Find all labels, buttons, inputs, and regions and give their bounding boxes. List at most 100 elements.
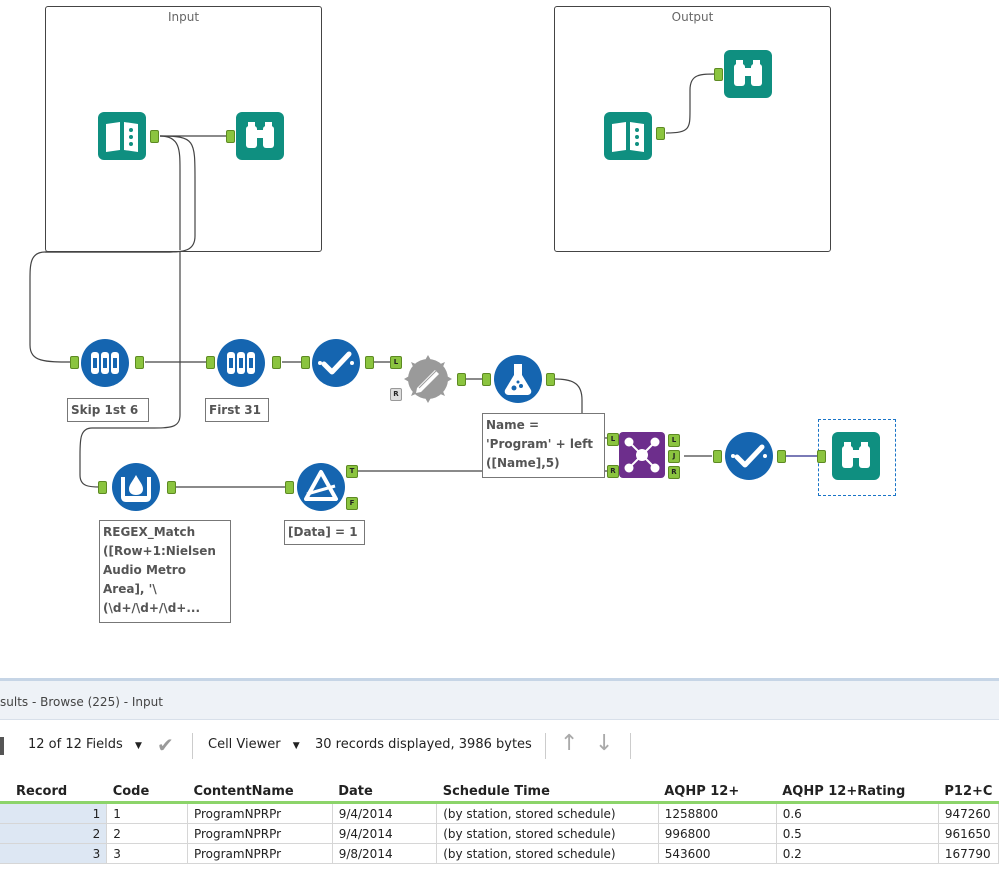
- output-anchor[interactable]: [135, 356, 144, 369]
- browse-tool[interactable]: [724, 50, 772, 98]
- column-header[interactable]: Schedule Time: [436, 782, 659, 804]
- table-cell: 0.2: [776, 843, 939, 864]
- table-cell: 1: [106, 802, 188, 824]
- input-anchor[interactable]: [714, 68, 723, 81]
- false-output-anchor[interactable]: F: [346, 497, 358, 510]
- table-header-row: Record Code ContentName Date Schedule Ti…: [0, 782, 999, 804]
- table-cell: 947260: [938, 802, 999, 824]
- arrow-down-icon[interactable]: ↓: [595, 731, 613, 756]
- dynamic-rename-tool[interactable]: [403, 354, 453, 404]
- column-header[interactable]: AQHP 12+: [658, 782, 777, 804]
- binoculars-icon: [236, 112, 284, 160]
- column-header[interactable]: Date: [332, 782, 437, 804]
- table-cell: 0.6: [776, 802, 939, 824]
- table-row[interactable]: 1 1 ProgramNPRPr 9/4/2014 (by station, s…: [0, 802, 999, 824]
- left-output-anchor[interactable]: L: [668, 434, 680, 447]
- input-anchor[interactable]: [817, 450, 826, 463]
- formula-annotation: Name = 'Program' + left ([Name],5): [482, 413, 605, 478]
- input-anchor[interactable]: [226, 130, 235, 143]
- input-anchor[interactable]: [713, 450, 722, 463]
- table-row[interactable]: 2 2 ProgramNPRPr 9/4/2014 (by station, s…: [0, 823, 999, 844]
- output-container-title: Output: [671, 10, 714, 24]
- sample-tubes-icon: [217, 339, 265, 387]
- output-anchor[interactable]: [167, 481, 176, 494]
- results-title-bar: sults - Browse (225) - Input: [0, 681, 999, 720]
- arrow-up-icon[interactable]: ↑: [560, 731, 578, 756]
- results-panel: sults - Browse (225) - Input 12 of 12 Fi…: [0, 678, 999, 878]
- gear-pencil-icon: [404, 355, 452, 403]
- toolbar-divider: [630, 733, 631, 759]
- toolbar-divider: [192, 733, 193, 759]
- output-anchor[interactable]: [656, 127, 665, 140]
- input-anchor[interactable]: [206, 356, 215, 369]
- input-data-tool[interactable]: [604, 112, 652, 160]
- sample-tool[interactable]: [81, 339, 129, 387]
- input-book-icon: [604, 112, 652, 160]
- regex-tool[interactable]: [112, 463, 160, 511]
- input-anchor[interactable]: [285, 481, 294, 494]
- column-header[interactable]: AQHP 12+Rating: [776, 782, 939, 804]
- output-anchor[interactable]: [272, 356, 281, 369]
- fields-label: 12 of 12 Fields: [28, 737, 123, 752]
- anchor-label-r: R: [393, 390, 399, 398]
- true-output-anchor[interactable]: T: [346, 465, 358, 478]
- output-anchor[interactable]: [777, 450, 786, 463]
- fields-dropdown[interactable]: 12 of 12 Fields ▼: [28, 737, 142, 752]
- right-input-anchor[interactable]: R: [390, 388, 402, 401]
- browse-tool[interactable]: [832, 432, 880, 480]
- table-cell: 9/8/2014: [332, 843, 438, 864]
- column-header[interactable]: ContentName: [187, 782, 333, 804]
- records-info: 30 records displayed, 3986 bytes: [315, 737, 532, 752]
- column-header[interactable]: P12+C: [938, 782, 999, 804]
- input-anchor[interactable]: [70, 356, 79, 369]
- toolbar-divider: [545, 733, 546, 759]
- table-cell: 3: [106, 843, 188, 864]
- workflow-canvas[interactable]: Input Output Skip 1st 6 First 31 L R Nam…: [0, 0, 999, 678]
- input-container-title: Input: [167, 10, 200, 24]
- table-cell: (by station, stored schedule): [436, 823, 659, 844]
- table-cell: 167790: [938, 843, 999, 864]
- chevron-down-icon: ▼: [134, 741, 142, 751]
- cell-viewer-dropdown[interactable]: Cell Viewer ▼: [208, 737, 300, 752]
- input-data-tool[interactable]: [98, 112, 146, 160]
- check-icon: [312, 339, 360, 387]
- left-input-anchor[interactable]: L: [607, 433, 619, 446]
- table-cell: 9/4/2014: [332, 823, 438, 844]
- output-anchor[interactable]: [457, 373, 466, 386]
- right-input-anchor[interactable]: R: [607, 465, 619, 478]
- anchor-label-j: J: [672, 452, 676, 460]
- join-output-anchor[interactable]: J: [668, 450, 680, 463]
- output-anchor[interactable]: [546, 373, 555, 386]
- table-row[interactable]: 3 3 ProgramNPRPr 9/8/2014 (by station, s…: [0, 843, 999, 864]
- anchor-label-l: L: [393, 358, 399, 366]
- regex-annotation: REGEX_Match ([Row+1:Nielsen Audio Metro …: [99, 520, 231, 623]
- anchor-label-r: R: [610, 467, 616, 475]
- input-anchor[interactable]: [482, 373, 491, 386]
- join-tool[interactable]: [619, 432, 665, 478]
- sample-skip-annotation: Skip 1st 6: [67, 398, 149, 422]
- sample-first-annotation: First 31: [205, 398, 269, 422]
- output-anchor[interactable]: [150, 130, 159, 143]
- browse-tool[interactable]: [236, 112, 284, 160]
- anchor-label-t: T: [349, 467, 355, 475]
- input-anchor[interactable]: [301, 356, 310, 369]
- anchor-label-r: R: [671, 468, 677, 476]
- output-anchor[interactable]: [365, 356, 374, 369]
- anchor-label-l: L: [610, 435, 616, 443]
- filter-tool[interactable]: [297, 463, 345, 511]
- check-icon: [725, 432, 773, 480]
- right-output-anchor[interactable]: R: [668, 466, 680, 479]
- column-header[interactable]: Code: [106, 782, 188, 804]
- formula-tool[interactable]: [494, 355, 542, 403]
- left-input-anchor[interactable]: L: [390, 356, 402, 369]
- select-tool[interactable]: [725, 432, 773, 480]
- column-header[interactable]: Record: [0, 782, 107, 804]
- table-cell: 961650: [938, 823, 999, 844]
- sample-tool[interactable]: [217, 339, 265, 387]
- apply-checkmark-icon[interactable]: ✔: [157, 733, 174, 757]
- output-container[interactable]: Output: [554, 6, 831, 252]
- grid-icon: [0, 737, 4, 755]
- input-anchor[interactable]: [98, 481, 107, 494]
- table-cell: 543600: [658, 843, 777, 864]
- select-tool[interactable]: [312, 339, 360, 387]
